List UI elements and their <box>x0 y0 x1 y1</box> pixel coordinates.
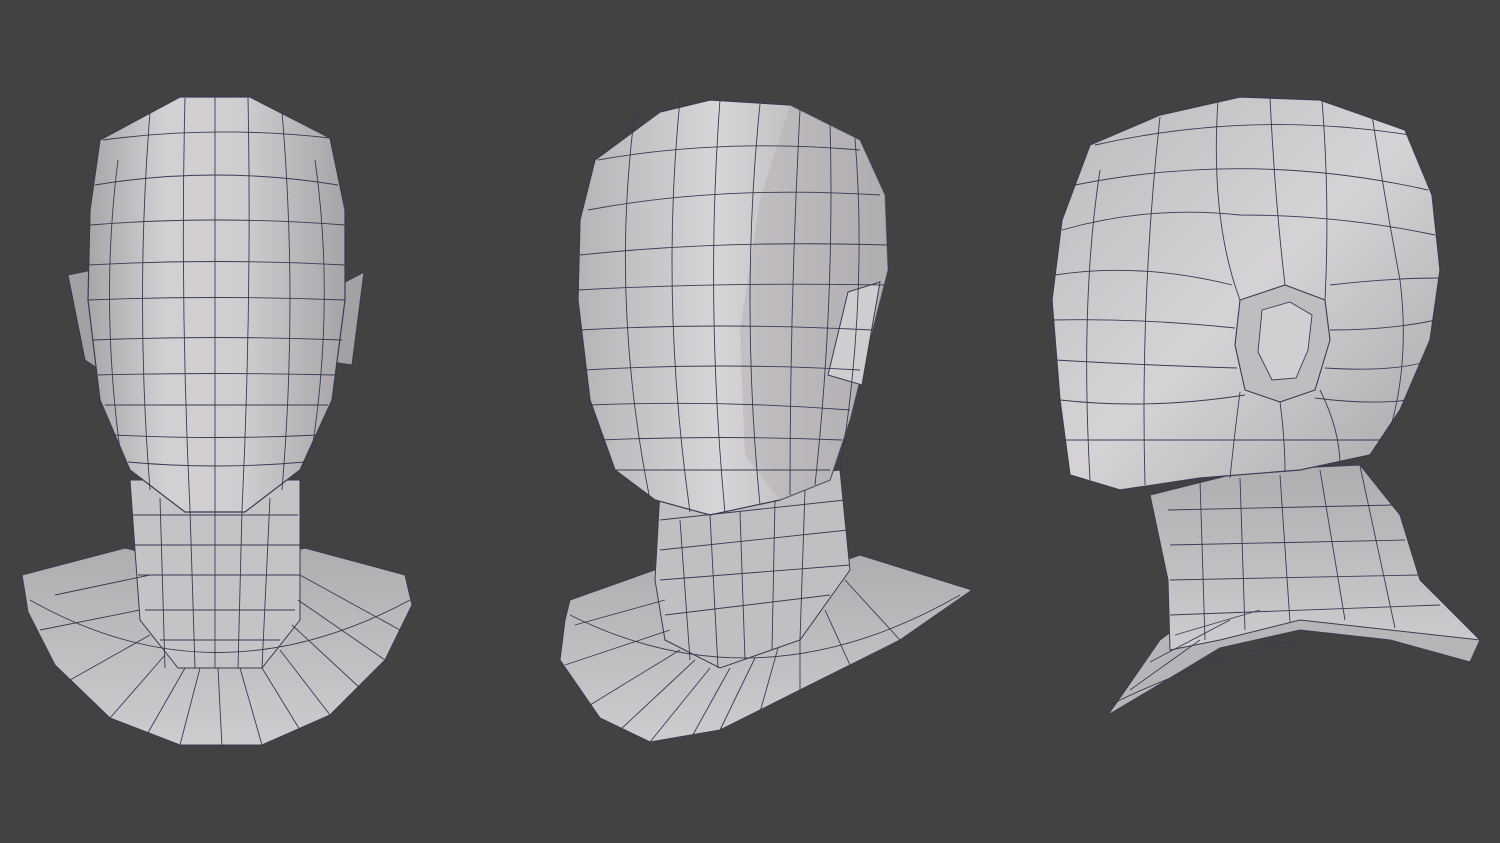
head-mesh <box>87 96 346 513</box>
head-three-quarter-view <box>559 99 974 743</box>
render-canvas <box>21 96 1482 748</box>
head-mesh-3 <box>1051 96 1441 491</box>
head-back-three-quarter-view <box>1051 96 1482 716</box>
render-viewport <box>0 0 1500 843</box>
head-front-view <box>21 96 413 748</box>
